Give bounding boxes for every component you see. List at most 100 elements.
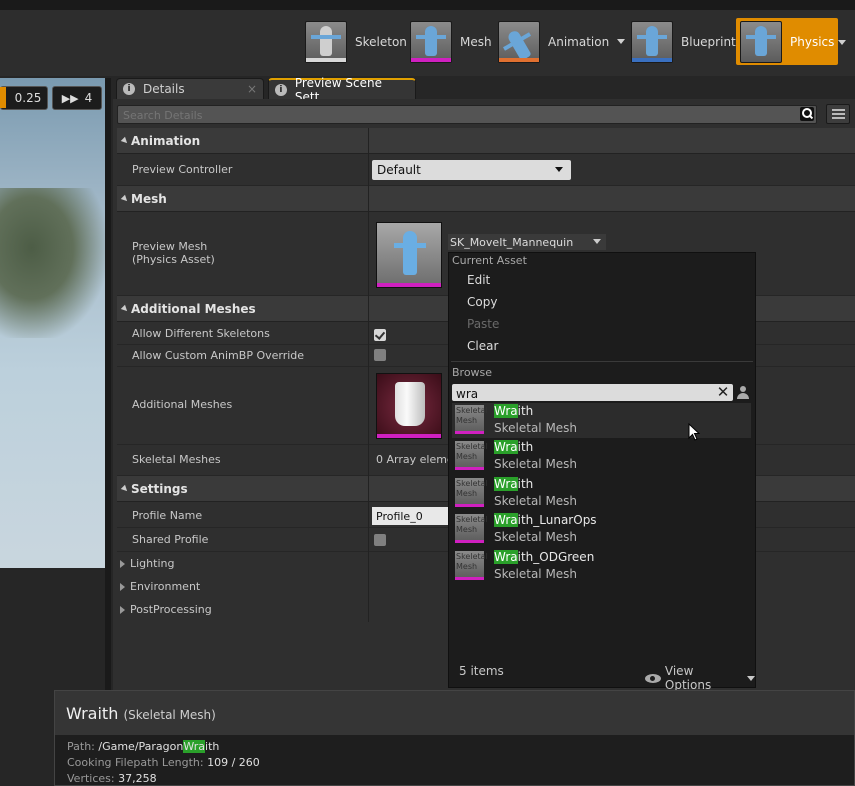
category-settings-label: Settings [131, 481, 188, 496]
match-highlight: Wra [494, 513, 518, 527]
blueprint-mode-label: Blueprint [681, 34, 736, 49]
profile-name-field[interactable]: Profile_0 [372, 507, 452, 525]
path-label: Path: [67, 740, 95, 753]
asset-name-rest: ith [517, 404, 534, 418]
subcategory-lighting[interactable]: Lighting [117, 552, 369, 575]
asset-name: Wraith [494, 477, 533, 491]
search-icon[interactable] [800, 107, 814, 121]
preview-mesh-combo[interactable]: SK_MoveIt_Mannequin [448, 234, 606, 250]
asset-result-row[interactable]: Skeletal Mesh Wraith Skeletal Mesh [452, 476, 751, 511]
tooltip-header: Wraith (Skeletal Mesh) [55, 691, 854, 735]
collapse-arrow-icon [120, 136, 130, 145]
view-options-list-button[interactable] [826, 104, 850, 124]
tooltip-cooking-length: Cooking Filepath Length: 109 / 260 [67, 756, 260, 769]
category-animation[interactable]: Animation [117, 128, 855, 154]
search-details-field[interactable] [117, 105, 817, 125]
allow-different-skeletons-checkbox[interactable] [374, 329, 386, 341]
physics-mode-dropdown-icon[interactable] [838, 40, 846, 45]
list-icon-line [832, 109, 845, 111]
asset-result-row[interactable]: Skeletal Mesh Wraith_ODGreen Skeletal Me… [452, 549, 751, 584]
column-divider[interactable] [368, 128, 369, 622]
view-options-button[interactable]: View Options [645, 664, 755, 692]
match-highlight: Wra [494, 550, 518, 564]
allow-custom-animbp-checkbox[interactable] [374, 349, 386, 361]
animation-mode-dropdown-icon[interactable] [617, 39, 626, 44]
asset-filter-input[interactable] [452, 384, 718, 403]
allow-different-skeletons-label: Allow Different Skeletons [132, 327, 270, 340]
browse-header: Browse [452, 366, 493, 379]
camera-speed-icon: ▶▶ [61, 91, 79, 105]
snap-value-button[interactable]: 0.25 [0, 86, 48, 110]
thumb-label: Skeletal Mesh [456, 479, 488, 498]
vertices-label: Vertices: [67, 772, 115, 785]
asset-type-bar [455, 504, 484, 507]
viewport[interactable] [0, 78, 105, 568]
shared-profile-checkbox[interactable] [374, 534, 386, 546]
tab-preview-scene-settings[interactable]: i Preview Scene Sett [268, 76, 416, 104]
panel-splitter[interactable] [105, 78, 111, 698]
preview-controller-label: Preview Controller [132, 163, 233, 176]
subcategory-environment[interactable]: Environment [117, 575, 369, 598]
animation-mode-label: Animation [548, 34, 610, 49]
match-highlight: Wra [494, 440, 518, 454]
list-icon-line [832, 113, 845, 115]
skeletal-mesh-thumbnail: Skeletal Mesh [455, 514, 488, 543]
asset-type-bar [377, 434, 441, 438]
skeletal-mesh-thumbnail: Skeletal Mesh [455, 441, 488, 470]
tooltip-vertices: Vertices: 37,258 [67, 772, 157, 785]
additional-meshes-thumbnail[interactable] [376, 373, 442, 439]
mesh-icon [410, 20, 452, 63]
clear-filter-icon[interactable]: ✕ [716, 385, 730, 400]
tooltip-title: Wraith (Skeletal Mesh) [66, 704, 216, 723]
info-icon: i [123, 83, 135, 95]
search-details-input[interactable] [118, 106, 805, 125]
asset-name-rest: ith [517, 477, 534, 491]
preview-mesh-label: Preview Mesh [132, 240, 208, 253]
item-count: 5 items [459, 664, 504, 678]
asset-name: Wraith_LunarOps [494, 513, 597, 527]
thumb-label: Skeletal Mesh [456, 552, 488, 571]
expand-arrow-icon [120, 605, 125, 614]
mesh-mode-button[interactable]: Mesh [410, 18, 492, 65]
asset-filter-field[interactable]: ✕ [452, 384, 733, 403]
tooltip-asset-name: Wraith [66, 704, 119, 723]
asset-name: Wraith_ODGreen [494, 550, 594, 564]
match-highlight: Wra [494, 404, 518, 418]
mannequin-figure [394, 231, 426, 275]
physics-mode-button[interactable]: Physics [736, 18, 839, 65]
mode-toolbar: Skeleton Mesh Animation Blueprint Physic… [0, 10, 855, 76]
camera-speed-button[interactable]: ▶▶ 4 [52, 86, 102, 110]
animation-mode-button[interactable]: Animation [498, 18, 626, 65]
category-mesh[interactable]: Mesh [117, 186, 855, 212]
preview-controller-combo[interactable]: Default [372, 160, 571, 180]
category-mesh-label: Mesh [131, 191, 167, 206]
menu-item-edit[interactable]: Edit [467, 273, 490, 287]
cylinder-shape [395, 382, 425, 426]
skeleton-mode-button[interactable]: Skeleton [305, 18, 407, 65]
skeletal-mesh-thumbnail: Skeletal Mesh [455, 405, 488, 434]
asset-type: Skeletal Mesh [494, 421, 578, 435]
preview-mesh-thumbnail[interactable] [376, 222, 442, 288]
skeletal-mesh-thumbnail: Skeletal Mesh [455, 478, 488, 507]
menu-item-copy[interactable]: Copy [467, 295, 497, 309]
tab-details[interactable]: i Details × [116, 78, 264, 99]
thumb-label: Skeletal Mesh [456, 406, 488, 425]
asset-type-bar [455, 577, 484, 580]
blueprint-icon [631, 20, 673, 63]
blueprint-mode-button[interactable]: Blueprint [631, 18, 736, 65]
preview-mesh-value: SK_MoveIt_Mannequin [450, 235, 574, 249]
animation-icon [498, 20, 540, 63]
snap-accent [0, 87, 6, 108]
user-filter-icon[interactable] [736, 386, 750, 400]
additional-meshes-label: Additional Meshes [132, 398, 233, 411]
snap-value: 0.25 [14, 91, 42, 105]
menu-item-clear[interactable]: Clear [467, 339, 498, 353]
subcategory-postprocessing[interactable]: PostProcessing [117, 598, 369, 621]
close-icon[interactable]: × [247, 82, 257, 96]
asset-result-row[interactable]: Skeletal Mesh Wraith Skeletal Mesh [452, 403, 751, 438]
collapse-arrow-icon [120, 304, 130, 313]
asset-result-row[interactable]: Skeletal Mesh Wraith_LunarOps Skeletal M… [452, 512, 751, 547]
postprocessing-label: PostProcessing [130, 603, 212, 616]
info-icon: i [275, 83, 287, 96]
asset-result-row[interactable]: Skeletal Mesh Wraith Skeletal Mesh [452, 439, 751, 474]
